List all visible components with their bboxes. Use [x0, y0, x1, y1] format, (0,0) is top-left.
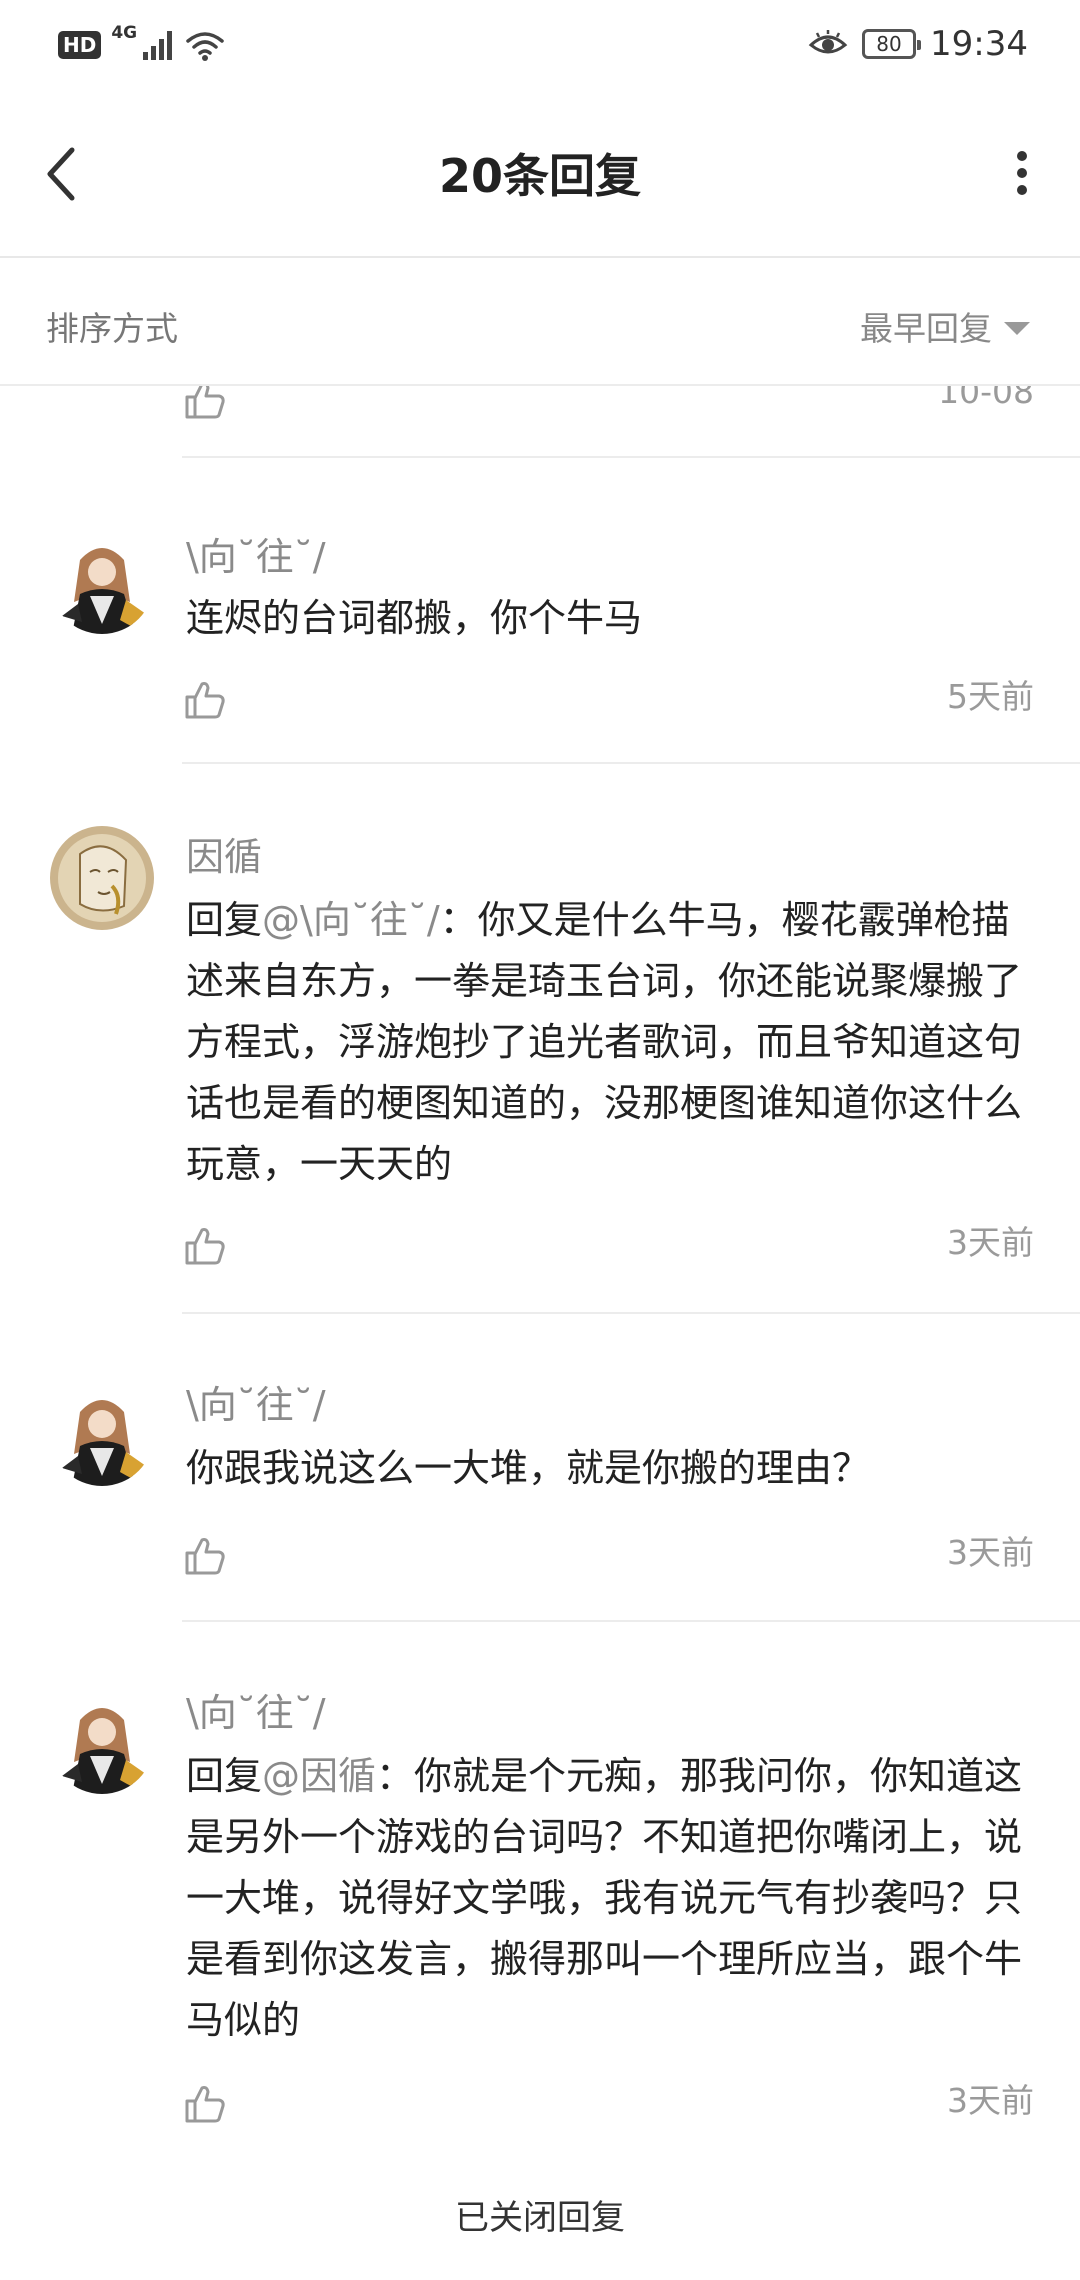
avatar-sketch-image: [50, 826, 154, 930]
sort-label: 排序方式: [46, 309, 178, 348]
like-icon[interactable]: [184, 1226, 226, 1266]
reply-time: 5天前: [947, 677, 1034, 716]
hd-badge: HD: [58, 31, 102, 59]
reply-item: \向˘往˘/ 连烬的台词都搬，你个牛马 5天前: [0, 458, 1080, 764]
reply-time: 10-08: [938, 386, 1034, 411]
avatar-girl-image: [50, 530, 154, 634]
avatar-girl-image: [50, 1382, 154, 1486]
more-options-icon[interactable]: [1012, 148, 1032, 198]
signal-icon: [143, 31, 173, 60]
username[interactable]: \向˘往˘/: [186, 1682, 326, 1737]
replies-closed-notice: 已关闭回复: [455, 2198, 625, 2238]
sort-dropdown[interactable]: 最早回复: [860, 302, 1030, 350]
dropdown-triangle-icon: [1004, 321, 1030, 335]
like-icon[interactable]: [184, 1536, 226, 1576]
status-bar: HD 4G 80 19:34: [0, 0, 1080, 92]
reply-text: 你跟我说这么一大堆，就是你搬的理由？: [186, 1446, 871, 1490]
avatar[interactable]: [50, 826, 154, 930]
eye-comfort-icon: [808, 30, 848, 54]
username[interactable]: \向˘往˘/: [186, 526, 326, 581]
username[interactable]: \向˘往˘/: [186, 1374, 326, 1429]
avatar-girl-image: [50, 1690, 154, 1794]
sort-value: 最早回复: [860, 309, 992, 348]
reply-prefix: 回复: [186, 898, 263, 942]
battery-level: 80: [876, 32, 902, 56]
like-icon[interactable]: [184, 386, 226, 420]
mention-link[interactable]: @\向˘往˘/: [262, 898, 440, 942]
network-type-label: 4G: [111, 23, 138, 43]
page-title: 20条回复: [438, 149, 641, 203]
username[interactable]: 因循: [186, 826, 262, 881]
avatar[interactable]: [50, 1690, 154, 1794]
reply-item: \向˘往˘/ 你跟我说这么一大堆，就是你搬的理由？ 3天前: [0, 1314, 1080, 1622]
reply-text: 回复@因循：你就是个元痴，那我问你，你知道这是另外一个游戏的台词吗？不知道把你嘴…: [186, 1746, 1036, 2051]
app-bar: 20条回复: [0, 92, 1080, 258]
battery-icon: 80: [862, 29, 922, 59]
reply-list: 10-08 \向˘往˘/ 连烬的台词都搬，你个牛马 5天前 因循 回复@\向˘往…: [0, 386, 1080, 2130]
wifi-icon: [186, 32, 224, 61]
mention-link[interactable]: @因循: [262, 1754, 376, 1798]
reply-prefix: 回复: [186, 1754, 263, 1798]
reply-item: \向˘往˘/ 回复@因循：你就是个元痴，那我问你，你知道这是另外一个游戏的台词吗…: [0, 1622, 1080, 2130]
reply-text: 回复@\向˘往˘/：你又是什么牛马，樱花霰弹枪描述来自东方，一拳是琦玉台词，你还…: [186, 890, 1036, 1195]
avatar[interactable]: [50, 530, 154, 634]
like-icon[interactable]: [184, 2084, 226, 2124]
like-icon[interactable]: [184, 680, 226, 720]
reply-item: 10-08: [0, 386, 1080, 458]
sort-bar: 排序方式 最早回复: [0, 258, 1080, 386]
reply-time: 3天前: [947, 1223, 1034, 1262]
avatar[interactable]: [50, 1382, 154, 1486]
reply-text: 连烬的台词都搬，你个牛马: [186, 596, 643, 640]
reply-item: 因循 回复@\向˘往˘/：你又是什么牛马，樱花霰弹枪描述来自东方，一拳是琦玉台词…: [0, 764, 1080, 1314]
clock: 19:34: [930, 24, 1028, 64]
reply-time: 3天前: [947, 1533, 1034, 1572]
reply-time: 3天前: [947, 2081, 1034, 2120]
